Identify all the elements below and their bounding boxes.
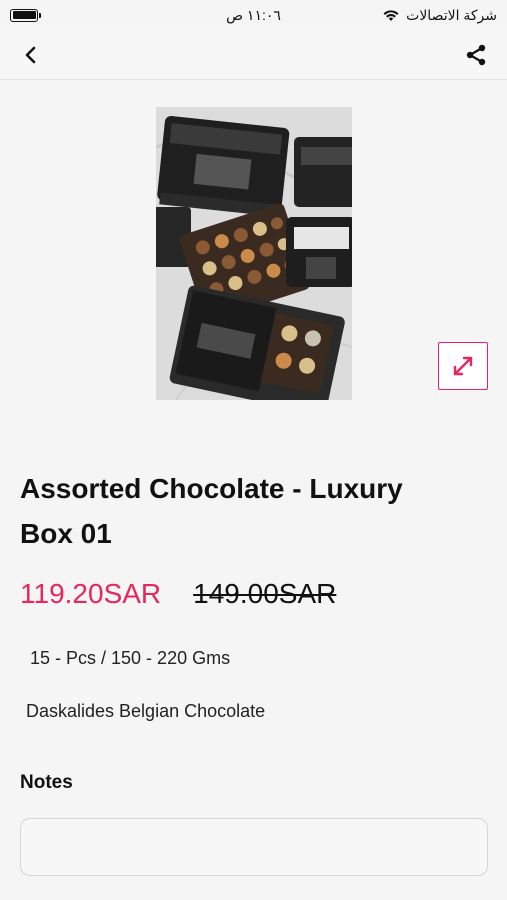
product-brand: Daskalides Belgian Chocolate	[26, 701, 266, 721]
status-bar: ١١:٠٦ ص شركة الاتصالات	[0, 0, 507, 30]
notes-input[interactable]	[20, 818, 488, 876]
carrier-name: شركة الاتصالات	[406, 6, 497, 23]
sale-price: 119.20SAR	[20, 578, 162, 609]
nav-bar	[0, 30, 507, 80]
product-image[interactable]	[156, 107, 352, 400]
chevron-left-icon	[25, 46, 36, 63]
expand-image-button[interactable]	[438, 342, 488, 390]
battery-icon	[10, 8, 41, 22]
product-photo	[156, 107, 352, 400]
product-title: Assorted Chocolate - Luxury Box 01	[20, 473, 403, 549]
expand-icon	[453, 356, 473, 376]
wifi-icon	[383, 10, 399, 21]
notes-label: Notes	[20, 772, 73, 793]
product-spec: 15 - Pcs / 150 - 220 Gms	[30, 648, 231, 668]
original-price: 149.00SAR	[193, 578, 337, 609]
price-row: 119.20SAR 149.00SAR	[20, 578, 336, 610]
status-time: ١١:٠٦ ص	[226, 6, 281, 23]
share-icon	[466, 44, 486, 65]
status-right: شركة الاتصالات	[382, 7, 497, 24]
back-button[interactable]	[16, 40, 46, 70]
share-button[interactable]	[461, 40, 491, 70]
